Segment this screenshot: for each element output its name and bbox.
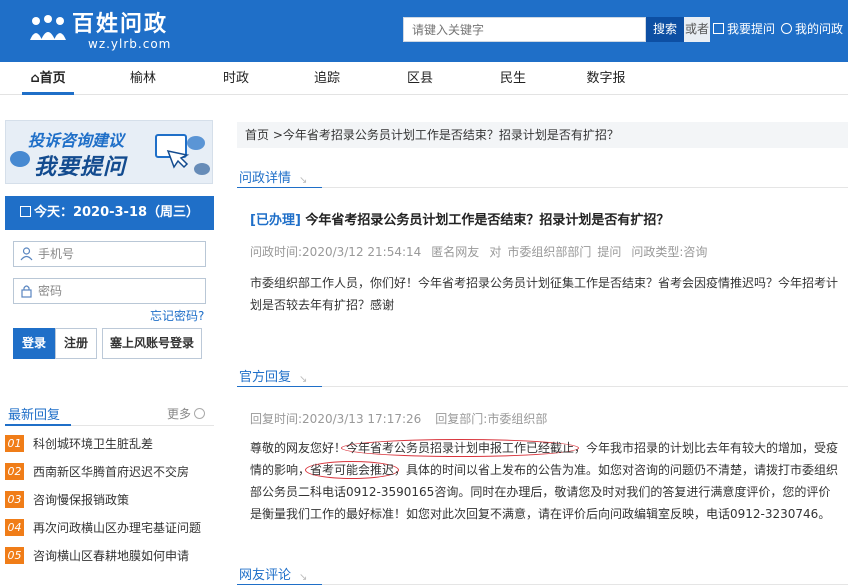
reply-text: 尊敬的网友您好！ bbox=[250, 441, 347, 455]
breadcrumb-current: >今年省考招录公务员计划工作是否结束？招录计划是否有扩招？ bbox=[269, 128, 619, 142]
nav-counties[interactable]: 区县 bbox=[402, 62, 438, 95]
section-underline bbox=[237, 187, 322, 188]
rank-badge: 05 bbox=[5, 547, 24, 564]
search-input[interactable] bbox=[403, 17, 646, 42]
question-to-label: 对 bbox=[489, 245, 502, 259]
nav-home[interactable]: ⌂首页 bbox=[22, 62, 74, 95]
user-icon bbox=[20, 247, 33, 261]
rank-badge: 03 bbox=[5, 491, 24, 508]
question-author: 匿名网友 bbox=[431, 245, 480, 259]
nav-livelihood[interactable]: 民生 bbox=[495, 62, 531, 95]
third-party-login-button[interactable]: 塞上风账号登录 bbox=[102, 328, 202, 359]
latest-reply-item[interactable]: 02 西南新区华腾首府迟迟不交房 bbox=[5, 461, 214, 483]
latest-reply-text: 科创城环境卫生脏乱差 bbox=[33, 437, 154, 451]
rank-badge: 01 bbox=[5, 435, 24, 452]
comment-section-header: 网友评论 ↘ bbox=[237, 560, 848, 585]
latest-reply-text: 咨询横山区春耕地膜如何申请 bbox=[33, 549, 190, 563]
question-meta: 问政时间:2020/3/12 21:54:14 匿名网友对市委组织部部门 提问 问政类… bbox=[250, 243, 717, 260]
section-underline bbox=[237, 386, 322, 387]
breadcrumb: 首页 >今年省考招录公务员计划工作是否结束？招录计划是否有扩招？ bbox=[237, 122, 848, 148]
question-time: 问政时间:2020/3/12 21:54:14 bbox=[250, 245, 422, 259]
comment-section-title: 网友评论 bbox=[239, 568, 292, 583]
detail-section-header: 问政详情 ↘ bbox=[237, 163, 848, 188]
reply-time: 回复时间:2020/3/13 17:17:26 bbox=[250, 412, 422, 426]
corner-arrow-icon: ↘ bbox=[299, 175, 308, 186]
calendar-icon bbox=[19, 206, 31, 217]
question-department: 市委组织部部门 bbox=[507, 245, 592, 259]
more-arrow-icon bbox=[194, 408, 206, 419]
main-nav: ⌂首页 榆林 时政 追踪 区县 民生 数字报 bbox=[0, 62, 848, 95]
register-button[interactable]: 注册 bbox=[55, 328, 97, 359]
home-icon: ⌂ bbox=[30, 71, 40, 86]
latest-reply-item[interactable]: 03 咨询慢保报销政策 bbox=[5, 489, 214, 511]
reply-department: 回复部门:市委组织部 bbox=[435, 412, 548, 426]
latest-reply-text: 西南新区华腾首府迟迟不交房 bbox=[33, 465, 190, 479]
edit-icon bbox=[713, 23, 724, 34]
ask-question-link[interactable]: 我要提问 bbox=[713, 17, 775, 42]
my-questions-label: 我的问政 bbox=[795, 22, 844, 36]
banner-line2: 我要提问 bbox=[34, 155, 127, 180]
my-questions-link[interactable]: 我的问政 bbox=[781, 17, 843, 42]
nav-tracking[interactable]: 追踪 bbox=[309, 62, 345, 95]
reply-section-title: 官方回复 bbox=[239, 370, 292, 385]
today-date: 今天：2020-3-18（周三） bbox=[5, 196, 214, 230]
latest-reply-item[interactable]: 05 咨询横山区春耕地膜如何申请 bbox=[5, 545, 214, 567]
highlighted-text: 今年省考公务员招录计划申报工作已经截止 bbox=[341, 439, 580, 457]
latest-replies-title: 最新回复 bbox=[8, 408, 61, 423]
detail-section-title: 问政详情 bbox=[239, 171, 292, 186]
phone-field[interactable]: 手机号 bbox=[13, 241, 206, 267]
site-name: 百姓问政 bbox=[72, 12, 169, 37]
nav-home-label: 首页 bbox=[39, 71, 66, 86]
rank-badge: 04 bbox=[5, 519, 24, 536]
site-logo[interactable]: 百姓问政 wz.ylrb.com bbox=[28, 10, 218, 54]
status-badge: [已办理] bbox=[250, 213, 301, 228]
more-link[interactable]: 更多 bbox=[167, 405, 206, 422]
section-underline bbox=[5, 424, 71, 426]
latest-replies-header: 最新回复 更多 bbox=[5, 402, 214, 426]
latest-reply-item[interactable]: 04 再次问政横山区办理宅基证问题 bbox=[5, 517, 214, 539]
forgot-password-link[interactable]: 忘记密码? bbox=[150, 307, 204, 324]
or-label: 或者 bbox=[684, 17, 710, 42]
chat-icon bbox=[781, 23, 792, 34]
banner-line1: 投诉咨询建议 bbox=[28, 131, 125, 150]
ask-question-banner[interactable]: 投诉咨询建议 我要提问 bbox=[5, 120, 213, 184]
corner-arrow-icon: ↘ bbox=[299, 374, 308, 385]
nav-yulin[interactable]: 榆林 bbox=[125, 62, 161, 95]
highlighted-text: 省考可能会推迟 bbox=[305, 461, 400, 479]
password-field[interactable]: 密码 bbox=[13, 278, 206, 304]
reply-meta: 回复时间:2020/3/13 17:17:26 回复部门:市委组织部 bbox=[250, 410, 557, 427]
today-date-label: 今天：2020-3-18（周三） bbox=[33, 205, 200, 220]
nav-politics[interactable]: 时政 bbox=[218, 62, 254, 95]
corner-arrow-icon: ↘ bbox=[299, 572, 308, 583]
question-title: [已办理] 今年省考招录公务员计划工作是否结束？招录计划是否有扩招？ bbox=[250, 209, 669, 228]
rank-badge: 02 bbox=[5, 463, 24, 480]
nav-digital-paper[interactable]: 数字报 bbox=[583, 62, 629, 95]
question-body: 市委组织部工作人员，你们好！今年省考招录公务员计划征集工作是否结束？省考会因疫情… bbox=[250, 276, 839, 312]
ask-question-label: 我要提问 bbox=[727, 22, 776, 36]
logo-people-icon bbox=[30, 15, 66, 40]
search-button[interactable]: 搜索 bbox=[646, 17, 684, 42]
latest-reply-text: 再次问政横山区办理宅基证问题 bbox=[33, 521, 202, 535]
latest-reply-text: 咨询慢保报销政策 bbox=[33, 493, 130, 507]
more-label: 更多 bbox=[167, 407, 192, 421]
phone-placeholder: 手机号 bbox=[38, 247, 75, 261]
question-action: 提问 bbox=[597, 245, 622, 259]
login-button[interactable]: 登录 bbox=[13, 328, 55, 359]
lock-icon bbox=[21, 285, 32, 298]
question-title-text: 今年省考招录公务员计划工作是否结束？招录计划是否有扩招？ bbox=[305, 213, 670, 228]
reply-section-header: 官方回复 ↘ bbox=[237, 362, 848, 387]
latest-reply-item[interactable]: 01 科创城环境卫生脏乱差 bbox=[5, 433, 214, 455]
password-placeholder: 密码 bbox=[38, 284, 63, 298]
breadcrumb-home[interactable]: 首页 bbox=[245, 128, 269, 142]
top-bar: 百姓问政 wz.ylrb.com 搜索 或者 我要提问 我的问政 bbox=[0, 0, 848, 62]
question-type: 问政类型:咨询 bbox=[631, 245, 708, 259]
reply-body: 尊敬的网友您好！今年省考公务员招录计划申报工作已经截止，今年我市招录的计划比去年… bbox=[250, 437, 840, 525]
site-url: wz.ylrb.com bbox=[88, 37, 172, 51]
